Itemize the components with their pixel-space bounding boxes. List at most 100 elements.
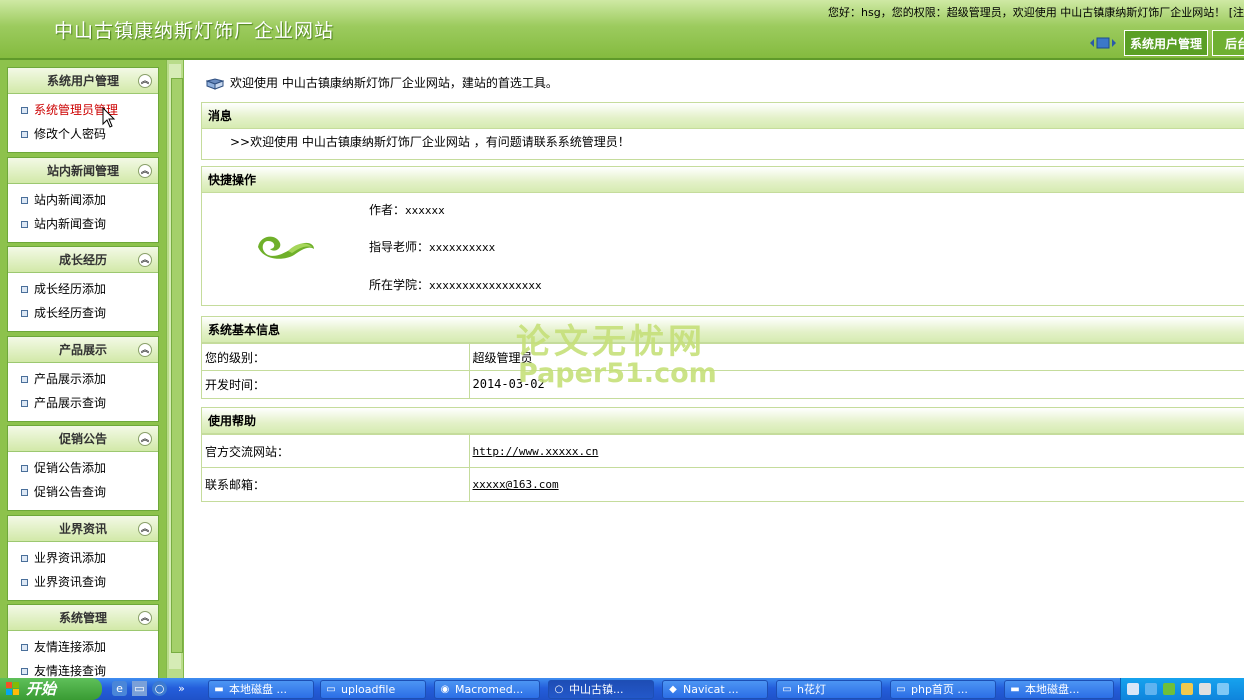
sidebar-splitter[interactable] [166, 60, 184, 678]
table-row: 您的级别： 超级管理员 [202, 343, 1244, 371]
help-panel: 使用帮助 官方交流网站： http://www.xxxxx.cn 联系邮箱： x… [201, 407, 1244, 502]
sidebar-item-change-password[interactable]: 修改个人密码 [8, 122, 158, 146]
task-label: php首页 ... [911, 683, 968, 696]
drive-icon: ▬ [214, 684, 224, 695]
navicat-icon: ◆ [669, 684, 677, 695]
intro-text: 欢迎使用 中山古镇康纳斯灯饰厂企业网站，建站的首选工具。 [230, 76, 558, 90]
start-label: 开始 [26, 680, 57, 698]
folder-icon: ▭ [782, 684, 792, 695]
search-icon[interactable]: ○ [152, 681, 167, 696]
collapse-icon[interactable]: ︽ [138, 74, 152, 88]
collapse-icon[interactable]: ︽ [138, 164, 152, 178]
group-header[interactable]: 促销公告 ︽ [8, 426, 158, 452]
book-icon [206, 77, 224, 90]
tray-app-icon[interactable] [1181, 683, 1193, 695]
dreamweaver-icon: ◉ [440, 684, 450, 695]
task-macromedia[interactable]: ◉ Macromed... [434, 680, 540, 699]
mouse-cursor-icon [102, 107, 116, 128]
task-local-disk-1[interactable]: ▬ 本地磁盘 ... [208, 680, 314, 699]
volume-icon[interactable] [1199, 683, 1211, 695]
sidebar-item-link-add[interactable]: 友情连接添加 [8, 635, 158, 659]
sidebar-group-products: 产品展示 ︽ 产品展示添加 产品展示查询 [7, 336, 159, 422]
sidebar-item-admin-management[interactable]: 系统管理员管理 [8, 98, 158, 122]
panel-title: 使用帮助 [202, 408, 1244, 434]
folder-icon: ▭ [896, 684, 906, 695]
collapse-icon[interactable]: ︽ [138, 522, 152, 536]
college-value: xxxxxxxxxxxxxxxxx [429, 279, 542, 292]
panel-title: 消息 [202, 103, 1244, 129]
teacher-line: 指导老师：xxxxxxxxxx [369, 238, 495, 255]
task-local-disk-2[interactable]: ▬ 本地磁盘... [1004, 680, 1114, 699]
intro-line: 欢迎使用 中山古镇康纳斯灯饰厂企业网站，建站的首选工具。 [206, 74, 558, 91]
security-icon[interactable] [1163, 683, 1175, 695]
sidebar-item-news-query[interactable]: 站内新闻查询 [8, 212, 158, 236]
tab-scroll-arrows-icon[interactable] [1088, 36, 1118, 50]
date-label: 开发时间： [202, 370, 470, 398]
task-uploadfile[interactable]: ▭ uploadfile [320, 680, 426, 699]
author-label: 作者： [369, 203, 406, 217]
app-window: 中山古镇康纳斯灯饰厂企业网站 您好：hsg，您的权限：超级管理员，欢迎使用 中山… [0, 0, 1244, 700]
task-folder-lamps[interactable]: ▭ h花灯 [776, 680, 882, 699]
level-label: 您的级别： [202, 343, 470, 371]
start-button[interactable]: 开始 [0, 678, 102, 700]
message-panel: 消息 >>欢迎使用 中山古镇康纳斯灯饰厂企业网站 ，有问题请联系系统管理员！ [201, 102, 1244, 160]
group-header[interactable]: 产品展示 ︽ [8, 337, 158, 363]
sidebar-item-history-add[interactable]: 成长经历添加 [8, 277, 158, 301]
sidebar-item-history-query[interactable]: 成长经历查询 [8, 301, 158, 325]
task-label: Macromed... [455, 683, 524, 696]
group-header[interactable]: 系统用户管理 ︽ [8, 68, 158, 94]
college-line: 所在学院：xxxxxxxxxxxxxxxxx [369, 276, 542, 293]
header-bar: 中山古镇康纳斯灯饰厂企业网站 您好：hsg，您的权限：超级管理员，欢迎使用 中山… [0, 0, 1244, 60]
task-label: Navicat ... [683, 683, 739, 696]
sidebar-item-product-add[interactable]: 产品展示添加 [8, 367, 158, 391]
task-label: uploadfile [341, 683, 396, 696]
sidebar-item-industry-add[interactable]: 业界资讯添加 [8, 546, 158, 570]
email-label: 联系邮箱： [202, 467, 470, 501]
collapse-icon[interactable]: ︽ [138, 432, 152, 446]
collapse-icon[interactable]: ︽ [138, 343, 152, 357]
sidebar-item-promo-query[interactable]: 促销公告查询 [8, 480, 158, 504]
welcome-text: 您好：hsg，您的权限：超级管理员，欢迎使用 中山古镇康纳斯灯饰厂企业网站！ [… [828, 6, 1244, 19]
group-title: 成长经历 [58, 253, 107, 267]
sidebar-item-link-query[interactable]: 友情连接查询 [8, 659, 158, 678]
panel-title: 系统基本信息 [202, 317, 1244, 343]
drive-icon: ▬ [1010, 684, 1020, 695]
sidebar-item-news-add[interactable]: 站内新闻添加 [8, 188, 158, 212]
task-navicat[interactable]: ◆ Navicat ... [662, 680, 768, 699]
group-header[interactable]: 成长经历 ︽ [8, 247, 158, 273]
sidebar-item-product-query[interactable]: 产品展示查询 [8, 391, 158, 415]
scrollbar-thumb[interactable] [171, 78, 183, 653]
official-site-link[interactable]: http://www.xxxxx.cn [473, 445, 599, 458]
contact-email-link[interactable]: xxxxx@163.com [473, 478, 559, 491]
group-title: 业界资讯 [58, 522, 107, 536]
group-header[interactable]: 系统管理 ︽ [8, 605, 158, 631]
task-browser-active[interactable]: ○ 中山古镇... [548, 680, 654, 699]
tab-system-user-management[interactable]: 系统用户管理 [1124, 30, 1208, 56]
table-row: 联系邮箱： xxxxx@163.com [202, 467, 1244, 501]
sidebar-item-industry-query[interactable]: 业界资讯查询 [8, 570, 158, 594]
group-header[interactable]: 业界资讯 ︽ [8, 516, 158, 542]
scrollbar-track[interactable] [169, 64, 183, 669]
sidebar-item-promo-add[interactable]: 促销公告添加 [8, 456, 158, 480]
tray-extra-icon[interactable] [1217, 683, 1229, 695]
author-value: xxxxxx [405, 204, 445, 217]
tab-backend[interactable]: 后台 [1212, 30, 1244, 56]
chevron-icon[interactable]: » [174, 681, 189, 696]
ie-icon[interactable]: e [112, 681, 127, 696]
keyboard-icon[interactable] [1127, 683, 1139, 695]
system-tray [1120, 678, 1244, 700]
collapse-icon[interactable]: ︽ [138, 611, 152, 625]
folder-icon: ▭ [326, 684, 336, 695]
task-label: h花灯 [797, 683, 826, 696]
collapse-icon[interactable]: ︽ [138, 253, 152, 267]
site-label: 官方交流网站： [202, 434, 470, 468]
task-php-home[interactable]: ▭ php首页 ... [890, 680, 996, 699]
group-header[interactable]: 站内新闻管理 ︽ [8, 158, 158, 184]
group-title: 系统用户管理 [46, 74, 119, 88]
taskbar: 开始 e ▭ ○ » ▬ 本地磁盘 ... ▭ uploadfile ◉ Macrom… [0, 678, 1244, 700]
college-label: 所在学院： [369, 278, 430, 292]
group-title: 促销公告 [58, 432, 107, 446]
network-icon[interactable] [1145, 683, 1157, 695]
quick-actions-panel: 快捷操作 作者：xxxxxx 指导老师：xxxxxxxxxx 所在学院：xxxx… [201, 166, 1244, 306]
desktop-icon[interactable]: ▭ [132, 681, 147, 696]
